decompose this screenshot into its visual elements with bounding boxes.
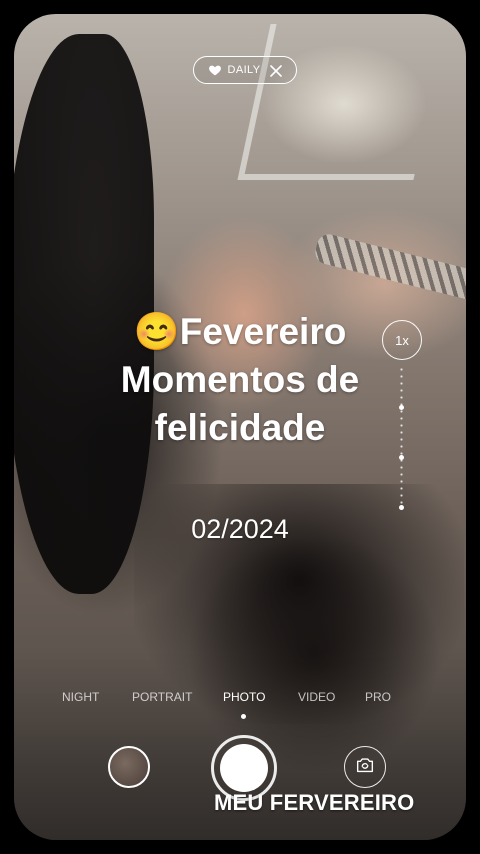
heart-icon xyxy=(208,63,222,77)
date-label: 02/2024 xyxy=(191,514,289,544)
headline-line-2: Momentos de xyxy=(120,359,360,400)
mode-photo[interactable]: PHOTO xyxy=(223,690,265,704)
caption-text: MEU FERVEREIRO xyxy=(214,790,415,815)
close-icon[interactable] xyxy=(270,64,283,77)
mode-video[interactable]: VIDEO xyxy=(298,690,335,704)
background-shelf xyxy=(237,24,447,180)
smile-emoji: 😊 xyxy=(133,311,180,352)
gallery-thumbnail[interactable] xyxy=(108,746,150,788)
camera-mode-selector: NIGHT PORTRAIT PHOTO VIDEO PRO xyxy=(0,690,480,708)
headline-word: Fevereiro xyxy=(179,311,347,352)
switch-camera-button[interactable] xyxy=(344,746,386,788)
mode-pro[interactable]: PRO xyxy=(365,690,391,704)
headline-text: 😊Fevereiro Momentos de felicidade xyxy=(60,308,420,452)
daily-label: DAILY xyxy=(227,64,261,76)
headline-line-3: felicidade xyxy=(154,407,326,448)
active-mode-indicator xyxy=(241,714,246,719)
mode-portrait[interactable]: PORTRAIT xyxy=(132,690,192,704)
shutter-inner xyxy=(220,744,268,792)
daily-badge[interactable]: DAILY xyxy=(193,56,297,84)
zoom-slider-marker xyxy=(399,455,404,460)
switch-camera-icon xyxy=(354,754,376,781)
photo-strap xyxy=(312,231,466,303)
mode-night[interactable]: NIGHT xyxy=(62,690,99,704)
headline-line-1: 😊Fevereiro xyxy=(60,308,420,356)
zoom-slider-marker xyxy=(399,505,404,510)
